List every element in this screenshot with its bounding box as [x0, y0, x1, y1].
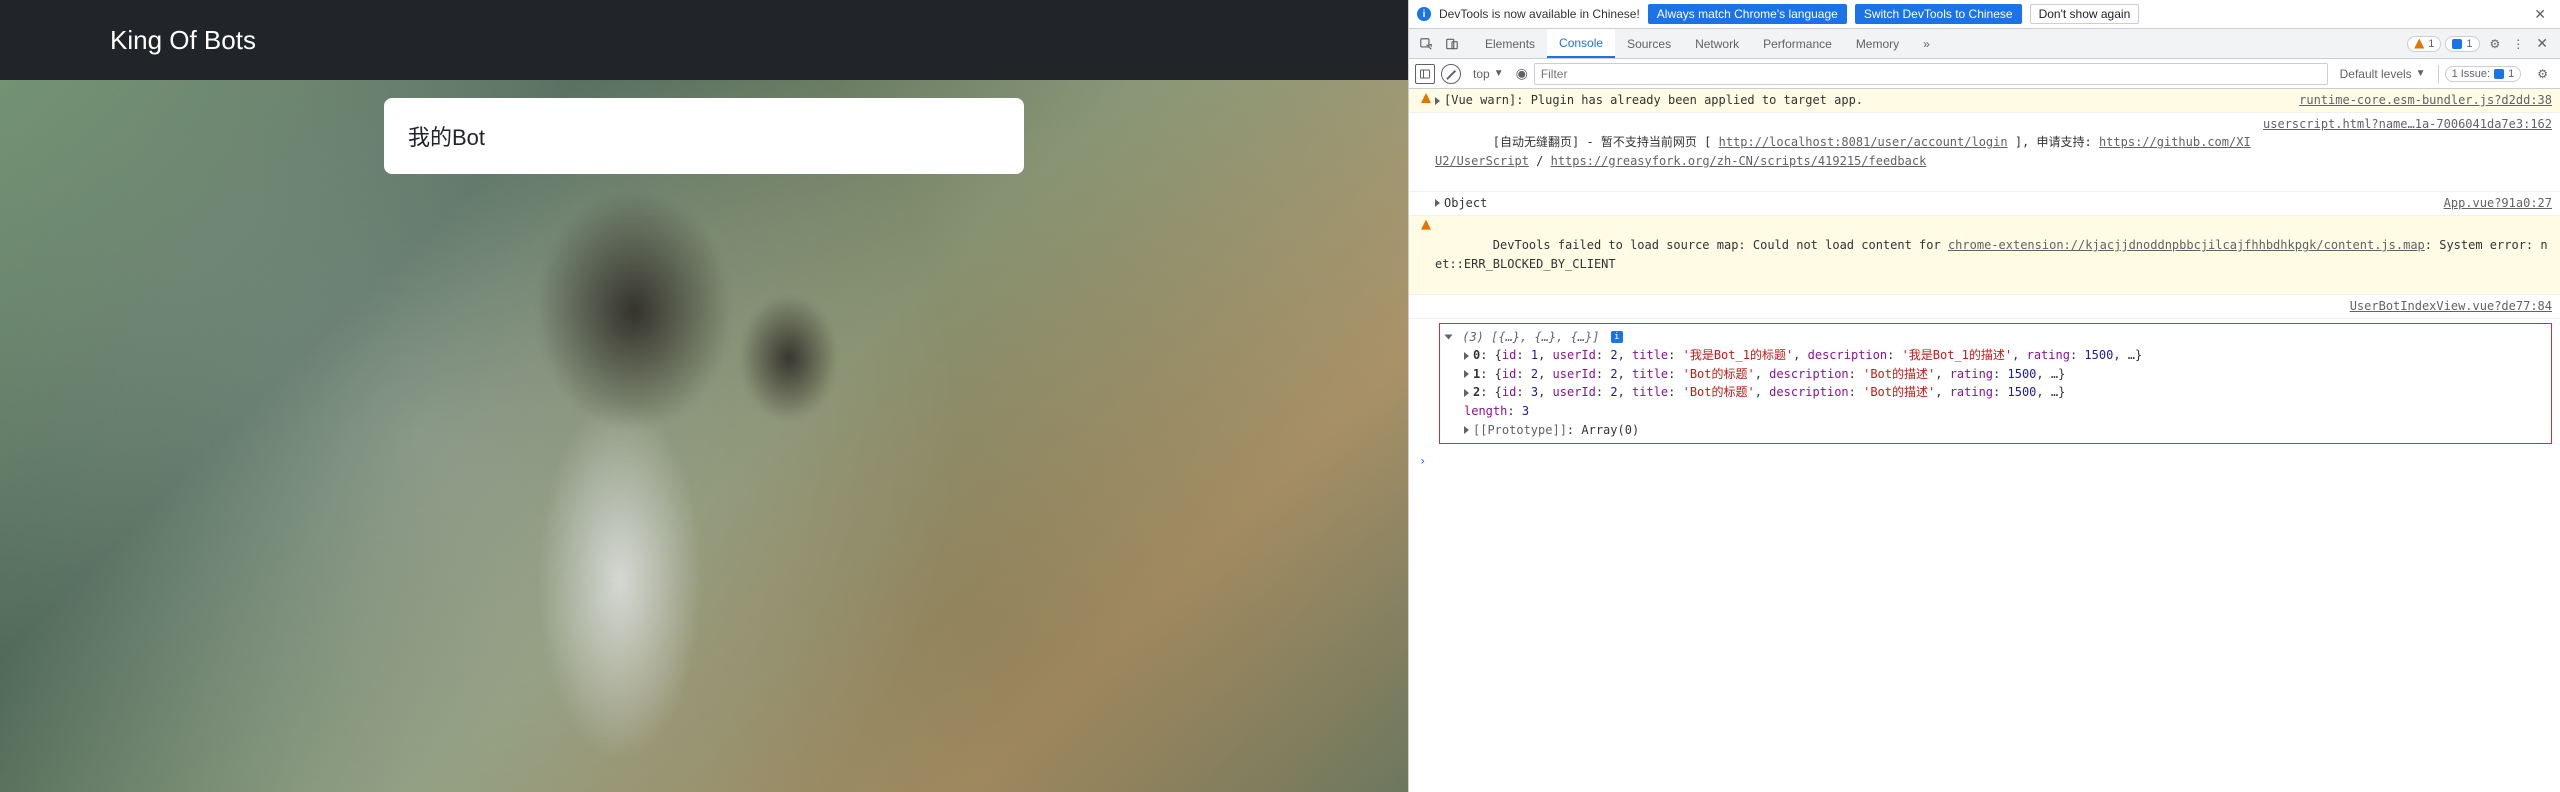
navbar: King Of Bots: [0, 0, 1408, 80]
devtools-tabs: Elements Console Sources Network Perform…: [1409, 29, 2560, 59]
log-message: DevTools failed to load source map: Coul…: [1435, 218, 2552, 292]
navbar-brand[interactable]: King Of Bots: [110, 25, 256, 56]
array-header[interactable]: (3) [{…}, {…}, {…}] i: [1446, 328, 2545, 347]
expand-triangle-icon[interactable]: [1435, 199, 1440, 207]
inspect-element-icon[interactable]: [1415, 33, 1437, 55]
filter-input[interactable]: [1534, 63, 2328, 85]
btn-match-language[interactable]: Always match Chrome's language: [1648, 4, 1847, 24]
log-message: [Vue warn]: Plugin has already been appl…: [1444, 93, 1863, 107]
btn-switch-chinese[interactable]: Switch DevTools to Chinese: [1855, 4, 2022, 24]
array-item[interactable]: 2: {id: 3, userId: 2, title: 'Bot的标题', d…: [1446, 383, 2545, 402]
close-icon[interactable]: ✕: [2528, 6, 2552, 23]
btn-dont-show-again[interactable]: Don't show again: [2030, 4, 2140, 24]
settings-icon[interactable]: ⚙: [2484, 37, 2507, 51]
expand-triangle-icon[interactable]: [1445, 335, 1453, 340]
log-message: Object: [1444, 196, 1487, 210]
log-source-link[interactable]: UserBotIndexView.vue?de77:84: [2350, 297, 2552, 316]
card-title: 我的Bot: [408, 125, 485, 150]
tab-console[interactable]: Console: [1547, 29, 1615, 58]
issue-square-icon: [2494, 69, 2504, 79]
info-icon: i: [1417, 7, 1431, 21]
clear-console-icon[interactable]: [1441, 64, 1461, 84]
background-illustration: [282, 143, 986, 792]
expand-triangle-icon[interactable]: [1435, 97, 1440, 105]
devtools-infobar: i DevTools is now available in Chinese! …: [1409, 0, 2560, 29]
array-item[interactable]: 1: {id: 2, userId: 2, title: 'Bot的标题', d…: [1446, 365, 2545, 384]
expand-triangle-icon[interactable]: [1464, 426, 1469, 434]
log-source-link[interactable]: userscript.html?name…1a-7006041da7e3:162: [2263, 115, 2552, 189]
console-body[interactable]: [Vue warn]: Plugin has already been appl…: [1409, 89, 2560, 792]
tab-sources[interactable]: Sources: [1615, 29, 1683, 58]
array-prototype[interactable]: [[Prototype]]: Array(0): [1446, 421, 2545, 440]
console-prompt[interactable]: ›: [1409, 448, 2560, 475]
log-row-warning[interactable]: DevTools failed to load source map: Coul…: [1409, 216, 2560, 295]
tabs-overflow-icon[interactable]: »: [1911, 29, 1942, 58]
array-item[interactable]: 0: {id: 1, userId: 2, title: '我是Bot_1的标题…: [1446, 346, 2545, 365]
issues-badge[interactable]: 1 Issue: 1: [2445, 66, 2522, 82]
page-card: 我的Bot: [384, 98, 1024, 174]
divider: [2438, 65, 2439, 83]
console-settings-icon[interactable]: ⚙: [2531, 67, 2554, 81]
info-count-badge[interactable]: 1: [2445, 36, 2479, 52]
log-row-info[interactable]: [自动无缝翻页] - 暂不支持当前网页 [ http://localhost:8…: [1409, 113, 2560, 192]
link[interactable]: chrome-extension://kjacjjdnoddnpbbcjilca…: [1948, 238, 2425, 252]
devtools-close-icon[interactable]: ✕: [2530, 35, 2554, 52]
expand-triangle-icon[interactable]: [1464, 370, 1469, 378]
tab-network[interactable]: Network: [1683, 29, 1751, 58]
warn-triangle-icon: [1421, 220, 1431, 230]
log-row-array-src[interactable]: UserBotIndexView.vue?de77:84: [1409, 295, 2560, 319]
warn-triangle-icon: [2414, 39, 2424, 49]
link[interactable]: http://localhost:8081/user/account/login: [1719, 135, 2008, 149]
log-message: [自动无缝翻页] - 暂不支持当前网页 [ http://localhost:8…: [1435, 115, 2251, 189]
info-square-icon[interactable]: i: [1611, 331, 1623, 343]
log-row-warning[interactable]: [Vue warn]: Plugin has already been appl…: [1409, 89, 2560, 113]
console-array-expanded: (3) [{…}, {…}, {…}] i 0: {id: 1, userId:…: [1439, 323, 2552, 445]
tab-elements[interactable]: Elements: [1473, 29, 1547, 58]
issues-count: 1: [2508, 68, 2514, 80]
log-source-link[interactable]: App.vue?91a0:27: [2444, 194, 2552, 213]
live-expression-icon[interactable]: ◉: [1516, 65, 1528, 82]
info-square-icon: [2452, 39, 2462, 49]
devtools-panel: i DevTools is now available in Chinese! …: [1408, 0, 2560, 792]
log-row-object[interactable]: Object App.vue?91a0:27: [1409, 192, 2560, 216]
tab-performance[interactable]: Performance: [1751, 29, 1844, 58]
tab-memory[interactable]: Memory: [1844, 29, 1911, 58]
issues-label: 1 Issue:: [2452, 68, 2491, 80]
filter-input-wrap: [1534, 63, 2328, 85]
more-menu-icon[interactable]: ⋮: [2506, 37, 2530, 51]
log-levels-selector[interactable]: Default levels▼: [2334, 65, 2432, 83]
sidebar-toggle-icon[interactable]: [1415, 64, 1435, 84]
infobar-text: DevTools is now available in Chinese!: [1439, 7, 1640, 21]
context-selector[interactable]: top▼: [1467, 65, 1510, 83]
expand-triangle-icon[interactable]: [1464, 352, 1469, 360]
app-viewport: King Of Bots 我的Bot: [0, 0, 1408, 792]
console-toolbar: top▼ ◉ Default levels▼ 1 Issue: 1 ⚙: [1409, 59, 2560, 89]
array-length: length: 3: [1446, 402, 2545, 421]
warn-triangle-icon: [1421, 93, 1431, 103]
link[interactable]: https://greasyfork.org/zh-CN/scripts/419…: [1551, 154, 1927, 168]
device-toolbar-icon[interactable]: [1441, 33, 1463, 55]
log-source-link[interactable]: runtime-core.esm-bundler.js?d2dd:38: [2299, 91, 2552, 110]
warn-count-badge[interactable]: 1: [2407, 36, 2441, 52]
expand-triangle-icon[interactable]: [1464, 389, 1469, 397]
